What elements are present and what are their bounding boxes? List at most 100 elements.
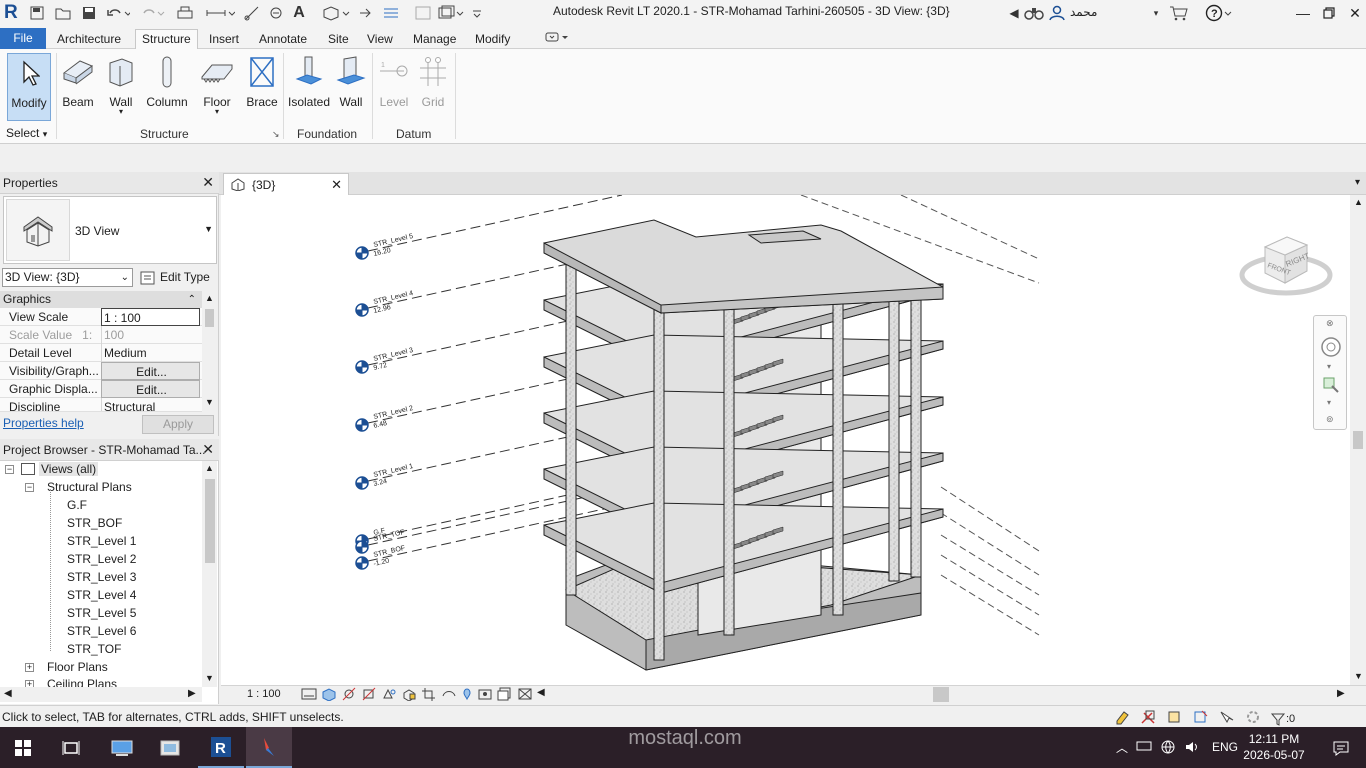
temporary-view-properties-icon[interactable] [497, 687, 513, 704]
tree-item-str-level-1[interactable]: STR_Level 1 [67, 534, 136, 548]
editable-only-icon[interactable] [1114, 709, 1132, 728]
tab-3d-view[interactable]: {3D} ✕ [223, 173, 349, 195]
notifications-icon[interactable] [1318, 727, 1364, 768]
customize-toolbar-icon[interactable] [470, 4, 484, 22]
clock[interactable]: 12:11 PM 2026-05-07 [1239, 731, 1309, 763]
browser-horizontal-scrollbar[interactable]: ◀ ▶ [0, 687, 202, 702]
view-scale-input[interactable]: 1 : 100 [101, 308, 200, 326]
shadows-icon[interactable] [361, 687, 377, 704]
filter-icon[interactable]: :0 [1270, 709, 1295, 728]
structural-floor-button[interactable]: Floor ▾ [199, 53, 235, 121]
undo-icon[interactable] [104, 4, 132, 22]
save-icon[interactable] [28, 4, 46, 22]
graphic-display-edit-button[interactable]: Edit... [101, 380, 200, 398]
globe-icon[interactable] [1160, 739, 1176, 758]
tree-views-all[interactable]: Views (all) [21, 462, 99, 476]
close-hidden-windows-icon[interactable] [412, 4, 434, 22]
drag-elements-icon[interactable] [1244, 709, 1262, 728]
user-dropdown-icon[interactable]: ▾ [1150, 4, 1162, 22]
modify-button[interactable]: Modify [7, 53, 51, 121]
close-view-tab-icon[interactable]: ✕ [331, 177, 342, 193]
restore-button[interactable] [1316, 2, 1342, 24]
close-window-button[interactable]: ✕ [1342, 2, 1366, 24]
tree-item-str-level-6[interactable]: STR_Level 6 [67, 624, 136, 638]
view-tabs-dropdown-icon[interactable]: ▾ [1355, 177, 1360, 188]
browser-vertical-scrollbar[interactable]: ▲ ▼ [202, 461, 217, 687]
type-dropdown-icon[interactable]: ▼ [204, 224, 213, 234]
expand-left-icon[interactable]: ◀ [1008, 4, 1020, 22]
temporary-hide-icon[interactable] [461, 687, 473, 704]
user-name[interactable]: محمد [1070, 5, 1097, 19]
revit-logo-icon[interactable]: R [4, 2, 24, 24]
properties-scrollbar[interactable]: ▲ ▼ [202, 291, 217, 412]
cart-icon[interactable] [1168, 4, 1190, 22]
scroll-right-icon[interactable]: ▶ [1337, 688, 1345, 699]
tab-insert[interactable]: Insert [203, 30, 245, 49]
ribbon-display-options-icon[interactable] [538, 30, 576, 49]
binoculars-icon[interactable] [1022, 4, 1046, 22]
prop-row-discipline[interactable]: Discipline Structural [0, 398, 202, 412]
switch-windows-icon[interactable] [436, 4, 466, 22]
beam-button[interactable]: Beam [60, 53, 96, 121]
tree-item-str-level-3[interactable]: STR_Level 3 [67, 570, 136, 584]
show-crop-region-icon[interactable] [441, 687, 457, 704]
thin-lines-icon[interactable] [380, 4, 402, 22]
measure-icon[interactable] [204, 4, 236, 22]
steering-wheel-icon[interactable] [1320, 336, 1342, 361]
taskbar-app-brush-icon[interactable] [246, 727, 292, 768]
select-links-icon[interactable] [1140, 709, 1158, 728]
prop-row-visibility[interactable]: Visibility/Graph... Edit... [0, 362, 202, 380]
network-adapter-icon[interactable] [1136, 739, 1152, 758]
nav-bar-close-icon[interactable]: ⊗ [1326, 318, 1334, 329]
text-icon[interactable]: A [290, 4, 308, 22]
properties-help-link[interactable]: Properties help [3, 416, 84, 430]
prop-row-detail-level[interactable]: Detail Level Medium [0, 344, 202, 362]
default-3d-view-icon[interactable] [320, 4, 352, 22]
collapse-view-controls-icon[interactable]: ◀ [537, 687, 545, 704]
minimize-button[interactable]: — [1290, 2, 1316, 24]
instance-selector[interactable]: 3D View: {3D} ⌄ [2, 268, 133, 287]
save-disk-icon[interactable] [80, 4, 98, 22]
collapse-group-icon[interactable]: ⌃ [188, 291, 196, 308]
structural-column-button[interactable]: Column [145, 53, 189, 121]
graphics-group-header[interactable]: Graphics ⌃ [0, 291, 202, 308]
section-icon[interactable] [356, 4, 374, 22]
select-dropdown[interactable]: Select ▾ [6, 126, 47, 140]
nav-bar-options-icon[interactable]: ⊚ [1326, 414, 1334, 425]
tag-icon[interactable] [267, 4, 285, 22]
tab-site[interactable]: Site [322, 30, 355, 49]
tree-item-str-tof[interactable]: STR_TOF [67, 642, 121, 656]
tab-view[interactable]: View [361, 30, 399, 49]
brace-button[interactable]: Brace [244, 53, 280, 121]
tree-item-gf[interactable]: G.F [67, 498, 87, 512]
reveal-hidden-icon[interactable] [477, 687, 493, 704]
3d-viewport[interactable]: STR_Level 5 16.20 STR_Level 4 12.96 STR_Leve… [221, 195, 1350, 685]
tab-architecture[interactable]: Architecture [51, 30, 127, 49]
help-icon[interactable]: ? [1204, 4, 1234, 22]
structural-wall-button[interactable]: Wall ▾ [104, 53, 138, 121]
select-by-face-icon[interactable] [1218, 709, 1236, 728]
visual-style-icon[interactable] [321, 687, 337, 704]
tab-structure[interactable]: Structure [135, 29, 198, 50]
input-language[interactable]: ENG [1212, 740, 1238, 754]
volume-icon[interactable] [1184, 739, 1200, 758]
render-icon[interactable] [381, 687, 397, 704]
task-view-icon[interactable] [48, 727, 94, 768]
expand-ceiling-plans-icon[interactable]: + [25, 680, 34, 687]
tree-item-str-bof[interactable]: STR_BOF [67, 516, 122, 530]
close-browser-icon[interactable]: ✕ [202, 442, 214, 456]
taskbar-app-files-icon[interactable] [148, 727, 194, 768]
wall-foundation-button[interactable]: Wall [334, 53, 368, 121]
visibility-edit-button[interactable]: Edit... [101, 362, 200, 380]
taskbar-revit-icon[interactable]: R [198, 727, 244, 768]
view-vertical-scrollbar[interactable]: ▲ ▼ [1350, 195, 1366, 685]
user-icon[interactable] [1048, 4, 1066, 22]
show-hidden-icons-icon[interactable]: ︿ [1116, 739, 1128, 758]
tree-item-str-level-5[interactable]: STR_Level 5 [67, 606, 136, 620]
windows-start-icon[interactable] [0, 727, 46, 768]
structure-panel-launcher-icon[interactable]: ↘ [272, 129, 280, 140]
type-selector[interactable]: 3D View ▼ [3, 196, 217, 264]
apply-button[interactable]: Apply [142, 415, 214, 434]
grid-button[interactable]: Grid [416, 53, 450, 121]
edit-type-button[interactable]: Edit Type [140, 268, 210, 287]
